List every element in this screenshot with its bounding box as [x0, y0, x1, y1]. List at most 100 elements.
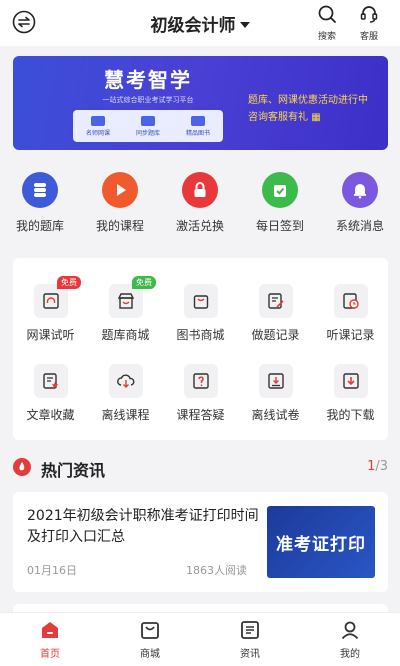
nav-label[interactable]: 首页: [0, 645, 100, 660]
nav-mine[interactable]: 我的: [300, 613, 400, 666]
grid-question-store[interactable]: 免费 题库商城: [88, 276, 163, 343]
grid-label[interactable]: 网课试听: [13, 326, 88, 343]
user-icon[interactable]: [339, 619, 361, 641]
headphone-book-icon[interactable]: [33, 284, 68, 318]
store-icon[interactable]: [108, 284, 143, 318]
banner-feature-tabs: 名师网课 同步题库 精品图书: [73, 110, 223, 142]
quick-label[interactable]: 系统消息: [320, 217, 400, 234]
grid-my-downloads[interactable]: 我的下载: [313, 364, 388, 423]
banner-promo-line2-wrap: 咨询客服有礼 ▦: [248, 109, 388, 126]
grid-label[interactable]: 文章收藏: [13, 406, 88, 423]
search-button[interactable]: 搜索: [311, 4, 343, 42]
feature-grid: 免费 网课试听 免费 题库商城 图书商城 做题记录 听课记录 文章收藏 离线课程…: [13, 258, 388, 440]
news-title[interactable]: 2021年初级会计职称准考证打印时间及打印入口汇总: [27, 506, 262, 548]
banner-feature-video: 名师网课: [73, 110, 123, 142]
page-total: /3: [375, 459, 388, 474]
grid-label[interactable]: 离线试卷: [238, 406, 313, 423]
grid-course-trial[interactable]: 免费 网课试听: [13, 276, 88, 343]
quick-label[interactable]: 每日签到: [240, 217, 320, 234]
grid-offline-courses[interactable]: 离线课程: [88, 364, 163, 423]
grid-label[interactable]: 离线课程: [88, 406, 163, 423]
news-views: 1863人阅读: [186, 564, 247, 577]
bell-icon[interactable]: [342, 172, 378, 208]
grid-listening-record[interactable]: 听课记录: [313, 284, 388, 343]
quick-my-courses[interactable]: 我的课程: [80, 172, 160, 238]
news-thumbnail-text: 准考证打印: [276, 534, 366, 555]
bottom-nav: 首页 商城 资讯 我的: [0, 612, 400, 666]
quick-system-messages[interactable]: 系统消息: [320, 172, 400, 238]
edit-note-icon[interactable]: [258, 284, 293, 318]
headset-icon[interactable]: [359, 4, 379, 24]
nav-mall[interactable]: 商城: [100, 613, 200, 666]
banner-subtitle: 一站式综合职业考试学习平台: [102, 96, 194, 104]
quick-activate-redeem[interactable]: 激活兑换: [160, 172, 240, 238]
customer-service-button[interactable]: 客服: [353, 4, 385, 42]
news-list-icon[interactable]: [239, 619, 261, 641]
quick-label[interactable]: 我的课程: [80, 217, 160, 234]
home-icon[interactable]: [39, 619, 61, 641]
grid-book-store[interactable]: 图书商城: [163, 284, 238, 343]
banner-promo-line2: 咨询客服有礼: [248, 112, 308, 123]
caret-down-icon[interactable]: [239, 22, 250, 28]
question-bank-icon[interactable]: [22, 172, 58, 208]
grid-label[interactable]: 做题记录: [238, 326, 313, 343]
gift-icon: ▦: [311, 112, 321, 123]
banner-brand: 慧考智学: [104, 68, 192, 92]
shopping-bag-icon[interactable]: [183, 284, 218, 318]
banner-promo-line1: 题库、网课优惠活动进行中: [248, 95, 368, 106]
grid-course-qa[interactable]: 课程答疑: [163, 364, 238, 423]
question-doc-icon[interactable]: [183, 364, 218, 398]
free-badge: 免费: [132, 276, 156, 289]
download-box-icon[interactable]: [333, 364, 368, 398]
grid-practice-record[interactable]: 做题记录: [238, 284, 313, 343]
promo-banner[interactable]: 慧考智学 一站式综合职业考试学习平台 名师网课 同步题库 精品图书 题库、网课优…: [13, 56, 388, 150]
check-bag-icon[interactable]: [262, 172, 298, 208]
feature-grid-row-2: 文章收藏 离线课程 课程答疑 离线试卷 我的下载: [13, 364, 388, 423]
quick-label[interactable]: 激活兑换: [160, 217, 240, 234]
video-icon: [91, 115, 105, 126]
page-indicator: 1/3: [367, 459, 388, 474]
banner-feature-books: 精品图书: [173, 110, 223, 142]
star-doc-icon[interactable]: [33, 364, 68, 398]
quick-my-question-bank[interactable]: 我的题库: [0, 172, 80, 238]
nav-label[interactable]: 商城: [100, 645, 200, 660]
nav-news[interactable]: 资讯: [200, 613, 300, 666]
news-thumbnail[interactable]: 准考证打印: [267, 506, 375, 578]
clock-doc-icon[interactable]: [333, 284, 368, 318]
search-label[interactable]: 搜索: [311, 29, 343, 42]
paper-download-icon[interactable]: [258, 364, 293, 398]
section-title: 热门资讯: [41, 461, 106, 480]
grid-article-favorites[interactable]: 文章收藏: [13, 364, 88, 423]
lock-icon[interactable]: [182, 172, 218, 208]
quick-label[interactable]: 我的题库: [0, 217, 80, 234]
nav-label[interactable]: 资讯: [200, 645, 300, 660]
cloud-download-icon[interactable]: [108, 364, 143, 398]
grid-label[interactable]: 图书商城: [163, 326, 238, 343]
news-date: 01月16日: [27, 564, 77, 577]
feature-grid-row-1: 免费 网课试听 免费 题库商城 图书商城 做题记录 听课记录: [13, 276, 388, 343]
hot-news-header: 热门资讯 1/3: [13, 456, 388, 480]
page-title[interactable]: 初级会计师: [151, 16, 236, 36]
top-header: 初级会计师 搜索 客服: [0, 0, 400, 46]
fire-icon: [13, 458, 31, 476]
nav-label[interactable]: 我的: [300, 645, 400, 660]
play-icon[interactable]: [102, 172, 138, 208]
quick-actions: 我的题库 我的课程 激活兑换 每日签到 系统消息: [0, 172, 400, 238]
news-card[interactable]: 2021年初级会计职称准考证打印时间及打印入口汇总 01月16日 1863人阅读…: [13, 492, 388, 592]
banner-feature-bank: 同步题库: [123, 110, 173, 142]
grid-label[interactable]: 我的下载: [313, 406, 388, 423]
grid-label[interactable]: 听课记录: [313, 326, 388, 343]
book-icon: [191, 115, 205, 126]
banner-brand-block: 慧考智学 一站式综合职业考试学习平台 名师网课 同步题库 精品图书: [63, 64, 233, 146]
nav-home[interactable]: 首页: [0, 613, 100, 666]
free-badge: 免费: [57, 276, 81, 289]
grid-offline-papers[interactable]: 离线试卷: [238, 364, 313, 423]
quick-daily-checkin[interactable]: 每日签到: [240, 172, 320, 238]
service-label[interactable]: 客服: [353, 29, 385, 42]
pen-icon: [141, 115, 155, 126]
search-icon[interactable]: [317, 4, 337, 24]
shopping-bag-icon[interactable]: [139, 619, 161, 641]
banner-promo-text: 题库、网课优惠活动进行中 咨询客服有礼 ▦: [248, 92, 388, 126]
grid-label[interactable]: 课程答疑: [163, 406, 238, 423]
grid-label[interactable]: 题库商城: [88, 326, 163, 343]
